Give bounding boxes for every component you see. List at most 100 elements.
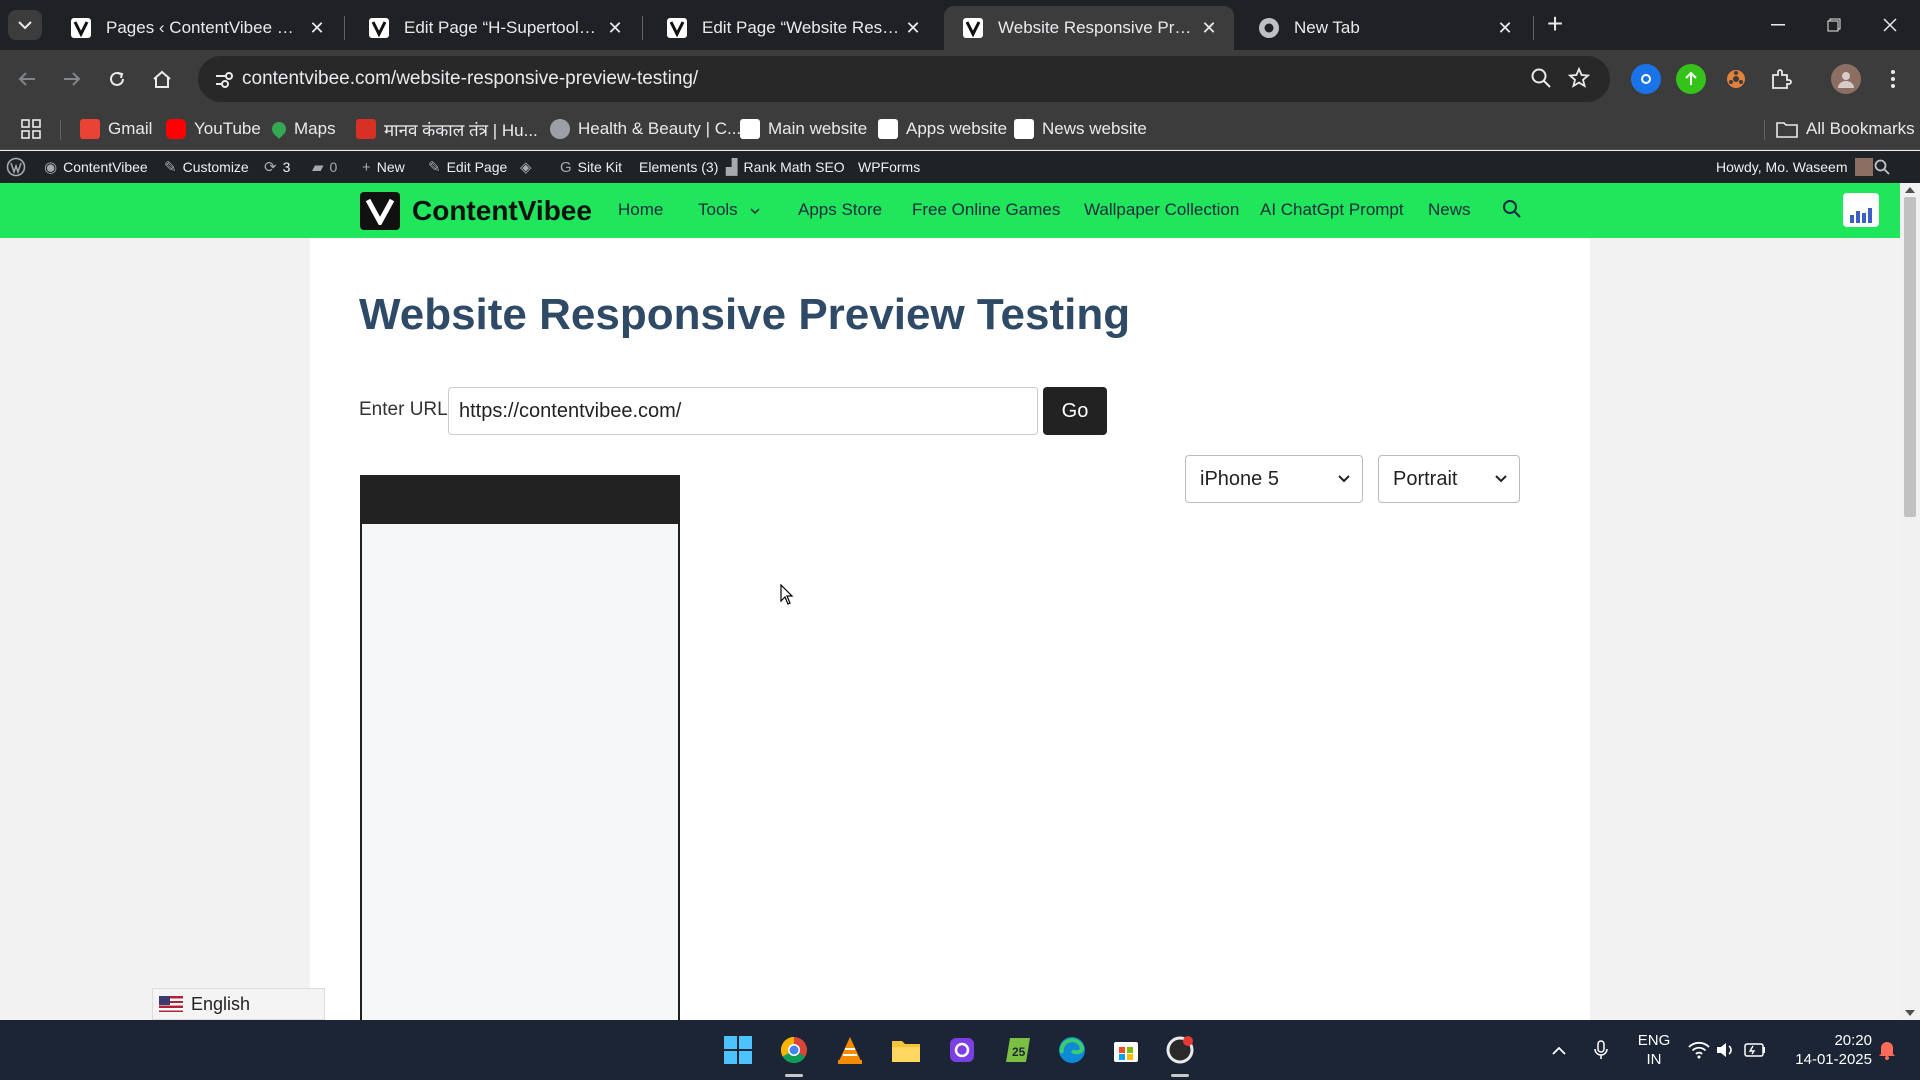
edge-icon	[1059, 1037, 1085, 1063]
restore-button[interactable]	[1812, 8, 1856, 42]
browser-tab[interactable]: New Tab ✕	[1240, 6, 1530, 50]
profile-avatar[interactable]	[1831, 64, 1861, 94]
scroll-down-arrow-icon[interactable]	[1905, 1010, 1915, 1016]
taskbar-edge[interactable]	[1054, 1032, 1090, 1068]
close-icon[interactable]: ✕	[306, 17, 328, 39]
new-tab-button[interactable]: +	[1540, 10, 1570, 40]
bookmark-health-beauty[interactable]: Health & Beauty | C...	[550, 116, 741, 142]
show-hidden-icons[interactable]	[1552, 1020, 1566, 1080]
clock[interactable]: 20:20 14-01-2025	[1778, 1031, 1872, 1069]
browser-menu-button[interactable]	[1878, 64, 1908, 94]
zoom-icon[interactable]	[1530, 67, 1552, 89]
volume-status[interactable]	[1716, 1020, 1736, 1080]
header-search-button[interactable]	[1502, 199, 1522, 224]
back-button[interactable]	[10, 62, 44, 96]
site-info-icon[interactable]	[212, 68, 236, 92]
page-scrollbar[interactable]	[1900, 183, 1920, 1020]
chrome-icon	[780, 1036, 807, 1064]
notifications-button[interactable]	[1878, 1020, 1896, 1080]
extension-icon[interactable]	[1676, 64, 1706, 94]
taskbar-vlc[interactable]	[832, 1032, 868, 1068]
site-logo[interactable]: ContentVibee	[360, 192, 592, 230]
input-language-indicator[interactable]: ENG IN	[1634, 1031, 1674, 1069]
app-icon	[950, 1038, 974, 1062]
contentvibee-favicon-icon	[963, 18, 983, 38]
bookmark-apps-website[interactable]: Apps website	[878, 116, 1007, 142]
browser-tab[interactable]: Edit Page “H-Supertools” ‹ ContentVibee …	[350, 6, 640, 50]
wp-elements[interactable]: Elements (3)	[639, 151, 718, 183]
forward-button[interactable]	[55, 62, 89, 96]
extensions-puzzle-icon[interactable]	[1766, 64, 1796, 94]
wp-account-menu[interactable]: Howdy, Mo. Waseem	[1716, 151, 1874, 183]
chart-widget-button[interactable]	[1843, 193, 1879, 227]
close-icon[interactable]: ✕	[1198, 17, 1220, 39]
wp-customize[interactable]: ✎ Customize	[164, 151, 249, 183]
extension-icon[interactable]	[1631, 64, 1661, 94]
close-icon[interactable]: ✕	[902, 17, 924, 39]
wp-edit-page[interactable]: ✎ Edit Page	[428, 151, 507, 183]
browser-tab[interactable]: Pages ‹ ContentVibee — WordPress ✕	[52, 6, 342, 50]
wp-new[interactable]: + New	[362, 151, 405, 183]
url-text[interactable]: contentvibee.com/website-responsive-prev…	[242, 68, 698, 90]
wp-rank-math[interactable]: ▟ Rank Math SEO	[726, 151, 845, 183]
bookmark-youtube[interactable]: YouTube	[166, 116, 261, 142]
reload-button[interactable]	[100, 62, 134, 96]
nav-home[interactable]: Home	[618, 200, 663, 220]
wp-site-name[interactable]: ◉ ContentVibee	[44, 151, 148, 183]
orientation-select[interactable]: Portrait	[1378, 455, 1520, 503]
language-switcher[interactable]: English	[152, 988, 325, 1020]
scroll-up-arrow-icon[interactable]	[1905, 187, 1915, 193]
nav-apps-store[interactable]: Apps Store	[798, 200, 882, 220]
home-button[interactable]	[145, 62, 179, 96]
bookmark-main-website[interactable]: Main website	[740, 116, 867, 142]
url-input[interactable]	[448, 387, 1038, 435]
network-status[interactable]	[1688, 1020, 1710, 1080]
taskbar-app[interactable]	[944, 1032, 980, 1068]
close-icon[interactable]: ✕	[604, 17, 626, 39]
wp-diamond-plugin[interactable]: ◈	[520, 151, 538, 183]
nav-free-online-games[interactable]: Free Online Games	[912, 200, 1060, 220]
go-button[interactable]: Go	[1043, 387, 1107, 435]
address-bar[interactable]: contentvibee.com/website-responsive-prev…	[198, 56, 1610, 102]
nav-news[interactable]: News	[1428, 200, 1471, 220]
bookmark-maps[interactable]: Maps	[269, 116, 336, 142]
taskbar-app[interactable]: 25	[1000, 1032, 1036, 1068]
wp-search[interactable]	[1874, 151, 1890, 183]
bookmark-label: Gmail	[108, 119, 153, 138]
browser-tab[interactable]: Edit Page “Website Responsive Preview ✕	[648, 6, 938, 50]
close-window-button[interactable]	[1868, 8, 1912, 42]
taskbar-chrome[interactable]	[776, 1032, 812, 1068]
wp-wpforms[interactable]: WPForms	[858, 151, 920, 183]
browser-tab-active[interactable]: Website Responsive Preview Testing ✕	[944, 6, 1234, 50]
extension-icon[interactable]	[1721, 64, 1751, 94]
tab-search-button[interactable]	[8, 10, 42, 40]
close-icon[interactable]: ✕	[1494, 17, 1516, 39]
nav-ai-chatgpt-prompt[interactable]: AI ChatGpt Prompt	[1260, 200, 1404, 220]
apps-grid-button[interactable]	[20, 116, 42, 142]
taskbar-microsoft-store[interactable]	[1108, 1032, 1144, 1068]
battery-status[interactable]	[1744, 1020, 1766, 1080]
scrollbar-thumb[interactable]	[1904, 197, 1916, 517]
wordpress-logo-button[interactable]	[6, 151, 26, 183]
site-brand-name: ContentVibee	[412, 195, 592, 226]
device-preview-frame[interactable]	[360, 475, 680, 1020]
taskbar-app[interactable]	[1162, 1032, 1198, 1068]
microphone-button[interactable]	[1594, 1020, 1608, 1080]
microphone-icon	[1594, 1040, 1608, 1059]
minimize-button[interactable]	[1756, 8, 1800, 42]
nav-wallpaper-collection[interactable]: Wallpaper Collection	[1084, 200, 1239, 220]
bookmark-news-website[interactable]: News website	[1014, 116, 1147, 142]
bookmarks-divider	[60, 120, 61, 140]
device-select[interactable]: iPhone 5	[1185, 455, 1363, 503]
bookmark-star-icon[interactable]	[1568, 67, 1590, 89]
bookmark-gmail[interactable]: Gmail	[80, 116, 152, 142]
nav-tools[interactable]: Tools	[698, 200, 760, 220]
bookmark-site[interactable]: मानव कंकाल तंत्र | Hu...	[356, 116, 538, 142]
wp-site-kit[interactable]: G Site Kit	[560, 151, 622, 183]
all-bookmarks-button[interactable]: All Bookmarks	[1776, 116, 1915, 142]
start-button[interactable]	[720, 1032, 756, 1068]
wp-comments[interactable]: ▰ 0	[312, 151, 337, 183]
taskbar-file-explorer[interactable]	[888, 1032, 924, 1068]
wp-updates[interactable]: ⟳ 3	[264, 151, 290, 183]
youtube-icon	[166, 119, 186, 139]
